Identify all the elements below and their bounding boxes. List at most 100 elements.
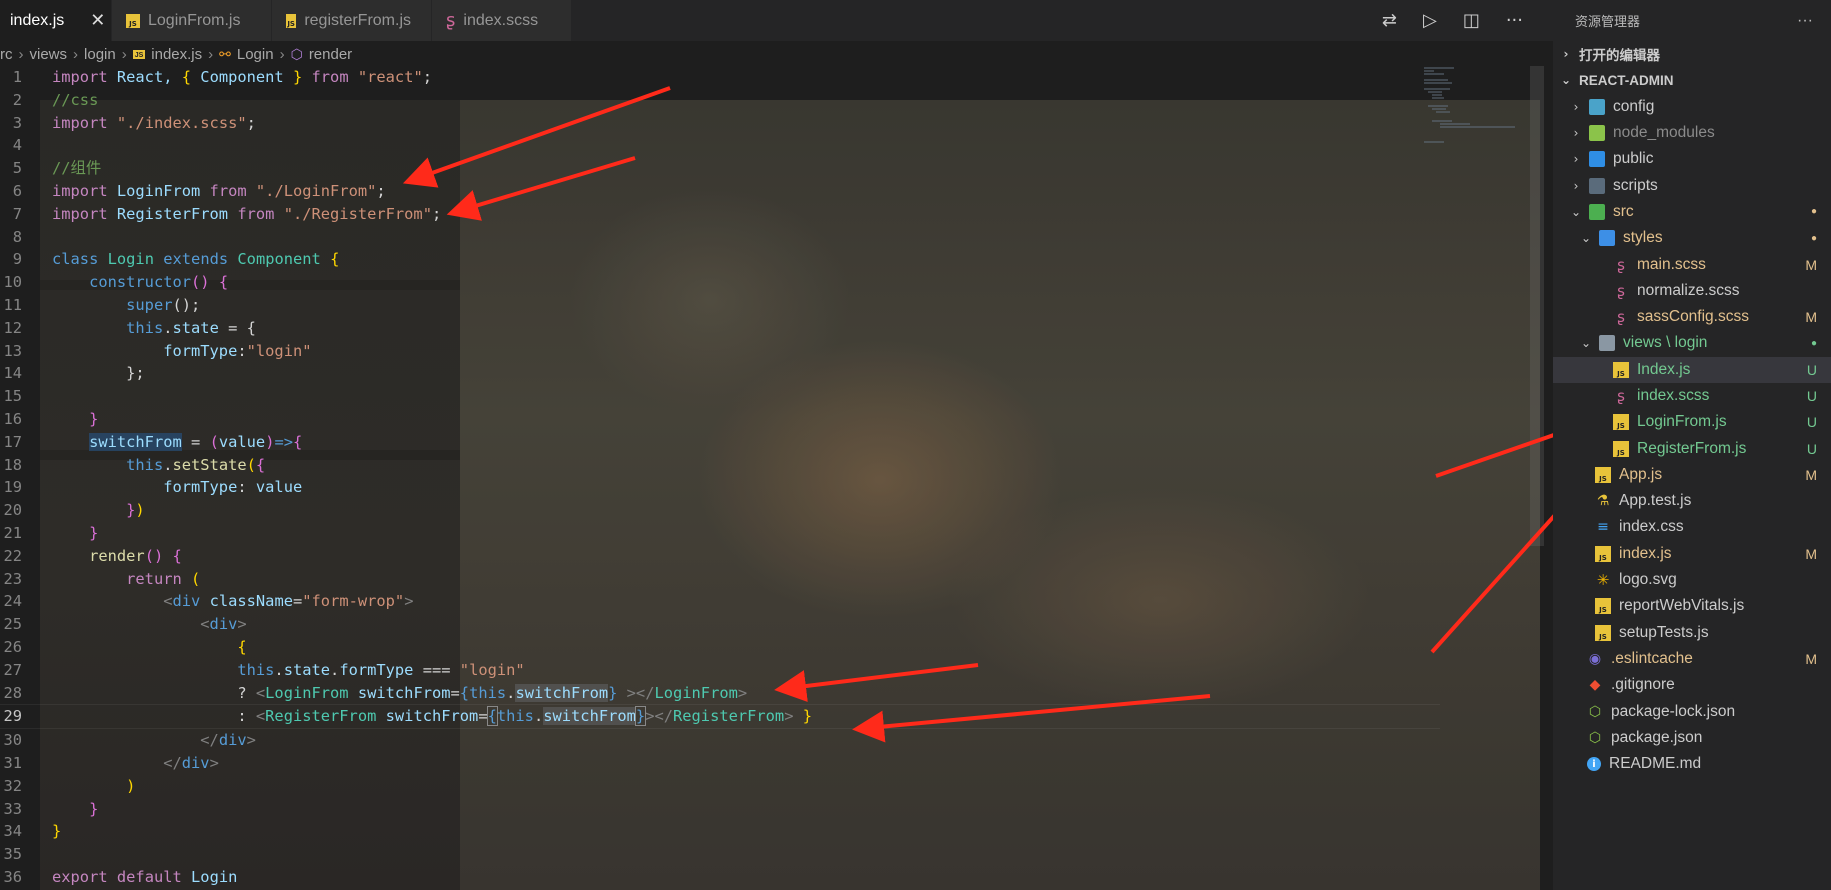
tree-item-setuptests-js[interactable]: JS setupTests.js: [1553, 620, 1831, 646]
git-status: U: [1806, 414, 1817, 431]
tree-item-index-scss-login[interactable]: ʂ index.scss U: [1553, 383, 1831, 409]
chevron-right-icon: ›: [1573, 152, 1579, 167]
project-section[interactable]: ⌄ REACT-ADMIN: [1553, 67, 1831, 93]
tree-item-label: package-lock.json: [1611, 702, 1736, 720]
tree-item-main-scss[interactable]: ʂ main.scss M: [1553, 251, 1831, 277]
more-actions-icon[interactable]: ···: [1506, 10, 1523, 31]
tree-item-package-json[interactable]: ⬡ package.json: [1553, 725, 1831, 751]
tree-item-app-test-js[interactable]: ⚗ App.test.js: [1553, 488, 1831, 514]
code-line: 5//组件: [12, 159, 102, 178]
git-status: ●: [1810, 232, 1817, 244]
explorer-sidebar: 资源管理器 ··· › 打开的编辑器 ⌄ REACT-ADMIN › confi…: [1553, 0, 1831, 890]
chevron-down-icon: ⌄: [1580, 231, 1592, 246]
tree-item-node-modules[interactable]: › node_modules: [1553, 120, 1831, 146]
tree-item-reportwebvitals-js[interactable]: JS reportWebVitals.js: [1553, 593, 1831, 619]
breadcrumb-item[interactable]: index.js: [151, 46, 202, 63]
open-editors-section[interactable]: › 打开的编辑器: [1553, 41, 1831, 67]
npm-package-icon: ⬡: [1588, 729, 1602, 746]
breadcrumb-item[interactable]: login: [84, 46, 116, 63]
tree-item-index-js[interactable]: JS index.js M: [1553, 541, 1831, 567]
tree-item-loginfrom-js[interactable]: JS LoginFrom.js U: [1553, 409, 1831, 435]
code-line: 35: [3, 845, 22, 864]
tree-item-views-login[interactable]: ⌄ views \ login ●: [1553, 330, 1831, 356]
tree-item-package-lock-json[interactable]: ⬡ package-lock.json: [1553, 698, 1831, 724]
flask-icon: ⚗: [1596, 493, 1610, 510]
tree-item-label: README.md: [1609, 755, 1702, 773]
tree-item-readme-md[interactable]: i README.md: [1553, 751, 1831, 777]
breadcrumb-item[interactable]: rc: [0, 46, 13, 63]
minimap[interactable]: [1420, 66, 1530, 146]
tab-index-scss[interactable]: ʂ index.scss: [432, 0, 572, 41]
tree-item-public[interactable]: › public: [1553, 146, 1831, 172]
tree-item-index-css[interactable]: ≡ index.css: [1553, 514, 1831, 540]
breadcrumb-item[interactable]: render: [309, 46, 352, 63]
tab-registerfrom-js[interactable]: JS registerFrom.js: [272, 0, 432, 41]
tree-item-label: index.css: [1619, 518, 1684, 536]
npm-package-icon: ⬡: [1588, 703, 1602, 720]
tree-item-scripts[interactable]: › scripts: [1553, 172, 1831, 198]
tab-loginfrom-js[interactable]: JS LoginFrom.js: [112, 0, 272, 41]
tree-item-sassconfig-scss[interactable]: ʂ sassConfig.scss M: [1553, 304, 1831, 330]
chevron-right-icon: ›: [121, 45, 127, 63]
tree-item-eslintcache[interactable]: ◉ .eslintcache M: [1553, 646, 1831, 672]
breadcrumb-item[interactable]: views: [30, 46, 68, 63]
tree-item-label: node_modules: [1613, 124, 1715, 142]
git-icon: ◆: [1589, 677, 1601, 694]
compare-changes-icon[interactable]: ⇄: [1382, 10, 1397, 31]
tree-item-label: RegisterFrom.js: [1637, 439, 1747, 457]
git-status: ●: [1810, 206, 1817, 218]
tree-item-registerfrom-js[interactable]: JS RegisterFrom.js U: [1553, 435, 1831, 461]
tree-item-label: reportWebVitals.js: [1619, 597, 1745, 615]
css-icon: ≡: [1597, 519, 1609, 536]
tree-item-normalize-scss[interactable]: ʂ normalize.scss: [1553, 278, 1831, 304]
eslint-icon: ◉: [1588, 650, 1602, 667]
code-editor[interactable]: 1 import React, { Component } from "react…: [0, 66, 1440, 889]
editor: index.js ✕ JS LoginFrom.js JS registerFr…: [0, 0, 1553, 890]
chevron-right-icon: ›: [1563, 47, 1569, 62]
tree-item-src[interactable]: ⌄ src ●: [1553, 199, 1831, 225]
folder-public-icon: [1589, 151, 1605, 168]
split-editor-icon[interactable]: ◫: [1463, 10, 1480, 31]
code-line: 9 class Login extends Component {: [12, 250, 340, 269]
folder-styles-icon: [1599, 230, 1615, 247]
tree-item-label: sassConfig.scss: [1637, 308, 1749, 326]
code-line: 19 formType: value: [3, 478, 303, 497]
tree-item-index-js-login[interactable]: JS Index.js U: [1553, 356, 1831, 383]
run-icon[interactable]: ▷: [1423, 10, 1437, 31]
more-actions-icon[interactable]: ···: [1797, 12, 1813, 30]
tree-item-label: index.js: [1619, 544, 1672, 562]
chevron-right-icon: ›: [1573, 99, 1579, 114]
close-icon[interactable]: ✕: [90, 10, 105, 31]
code-line: 34}: [3, 822, 62, 841]
tree-item-styles[interactable]: ⌄ styles ●: [1553, 225, 1831, 251]
tab-label: LoginFrom.js: [148, 11, 241, 29]
chevron-right-icon: ›: [1573, 178, 1579, 193]
folder-node-icon: [1589, 125, 1605, 142]
tree-item-config[interactable]: › config: [1553, 94, 1831, 120]
code-line: 15: [3, 387, 22, 406]
tab-label: index.scss: [463, 11, 539, 29]
tree-item-logo-svg[interactable]: ✳ logo.svg: [1553, 567, 1831, 593]
chevron-right-icon: ›: [208, 45, 214, 63]
breadcrumb-item[interactable]: Login: [237, 46, 274, 63]
info-icon: i: [1587, 757, 1601, 772]
chevron-right-icon: ›: [279, 45, 285, 63]
folder-src-icon: [1589, 203, 1605, 220]
git-status: U: [1806, 388, 1817, 404]
tree-item-label: src: [1613, 202, 1634, 220]
tree-item-label: main.scss: [1637, 255, 1706, 273]
section-label: 打开的编辑器: [1579, 48, 1660, 64]
code-line: 13 formType:"login": [3, 341, 312, 360]
code-line: 3 import "./index.scss";: [12, 113, 256, 132]
tree-item-app-js[interactable]: JS App.js M: [1553, 462, 1831, 488]
code-line: 23 return (: [3, 569, 201, 588]
tree-item-gitignore[interactable]: ◆ .gitignore: [1553, 672, 1831, 698]
code-line: 29 : <RegisterFrom switchFrom={this.swit…: [0, 704, 1440, 730]
tree-item-label: index.scss: [1637, 387, 1710, 404]
editor-actions: ⇄ ▷ ◫ ···: [1382, 0, 1553, 41]
sass-icon: ʂ: [1617, 387, 1625, 405]
js-icon: JS: [126, 13, 140, 28]
code-line: 4: [12, 136, 22, 155]
tab-index-js[interactable]: index.js ✕: [0, 0, 112, 41]
vertical-scrollbar[interactable]: [1530, 66, 1544, 546]
